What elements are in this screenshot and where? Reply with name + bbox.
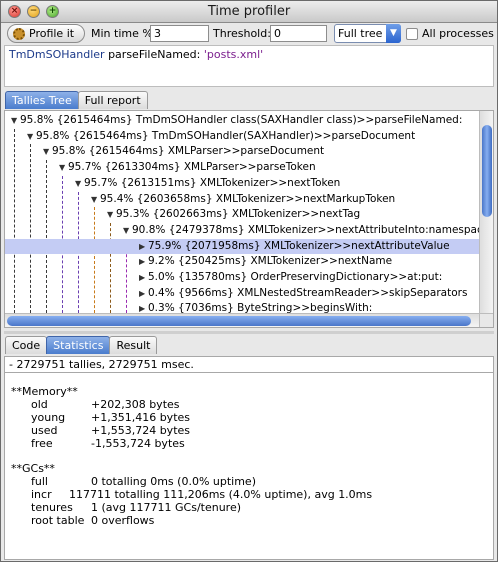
memory-old-label: old	[31, 398, 48, 411]
method-selector: parseFileNamed:	[108, 48, 201, 61]
memory-free-value: -1,553,724 bytes	[91, 437, 185, 450]
gc-root-table-label: root table	[31, 514, 85, 527]
memory-used-value: +1,553,724 bytes	[91, 424, 190, 437]
tallies-tree[interactable]: ▶0.1% {2279ms} XMLTokenizer>>expectNext:…	[4, 110, 494, 328]
gcs-header: **GCs**	[11, 462, 55, 475]
time-profiler-window: × − + Time profiler Profile it Min time …	[0, 0, 498, 562]
memory-used-label: used	[31, 424, 58, 437]
tree-row[interactable]: ▼ 95.4% {2603658ms} XMLTokenizer>>nextMar…	[5, 192, 479, 207]
min-time-label: Min time %	[91, 27, 153, 40]
tree-row-label: 95.4% {2603658ms} XMLTokenizer>>nextMark…	[100, 192, 396, 205]
disclosure-expanded-icon[interactable]: ▼	[27, 129, 36, 144]
profile-it-label: Profile it	[29, 27, 75, 40]
tree-mode-value: Full tree	[338, 27, 383, 40]
tree-row[interactable]: ▶ 9.2% {250425ms} XMLTokenizer>>nextName	[5, 254, 479, 269]
tree-row[interactable]: ▼ 95.8% {2615464ms} TmDmSOHandler class(S…	[5, 113, 479, 128]
toolbar: Profile it Min time % Threshold: Full tr…	[1, 23, 497, 45]
tree-row[interactable]: ▼ 90.8% {2479378ms} XMLTokenizer>>nextAtt…	[5, 223, 493, 238]
tree-row-label: 95.3% {2602663ms} XMLTokenizer>>nextTag	[116, 208, 361, 221]
tab-full-report[interactable]: Full report	[77, 91, 148, 109]
tree-row[interactable]: ▼ 95.3% {2602663ms} XMLTokenizer>>nextTag	[5, 207, 479, 222]
tally-summary: - 2729751 tallies, 2729751 msec.	[4, 356, 494, 373]
memory-free-label: free	[31, 437, 53, 450]
gc-incr-label: incr	[31, 488, 52, 501]
disclosure-expanded-icon[interactable]: ▼	[107, 207, 116, 222]
min-time-input[interactable]	[150, 25, 209, 42]
disclosure-expanded-icon[interactable]: ▼	[43, 144, 52, 159]
disclosure-collapsed-icon[interactable]: ▶	[139, 239, 148, 254]
horizontal-scrollbar[interactable]	[5, 313, 479, 327]
gc-root-table-value: 0 overflows	[91, 514, 155, 527]
scroll-corner	[479, 313, 493, 327]
memory-old-value: +202,308 bytes	[91, 398, 180, 411]
threshold-input[interactable]	[270, 25, 327, 42]
pane-splitter[interactable]	[4, 331, 494, 334]
method-source-pane[interactable]: TmDmSOHandler parseFileNamed: 'posts.xml…	[4, 45, 494, 87]
tree-row-label: 0.4% {9566ms} XMLNestedStreamReader>>ski…	[148, 286, 468, 299]
tree-row-label: 75.9% {2071958ms} XMLTokenizer>>nextAttr…	[148, 239, 450, 252]
window-title: Time profiler	[207, 4, 291, 19]
tree-row[interactable]: ▶ 0.4% {9566ms} XMLNestedStreamReader>>sk…	[5, 286, 479, 301]
tree-row[interactable]: ▼ 95.8% {2615464ms} XMLParser>>parseDocum…	[5, 144, 479, 159]
tree-row-label: 95.7% {2613151ms} XMLTokenizer>>nextToke…	[84, 176, 341, 189]
all-processes-label: All processes	[422, 27, 494, 40]
tree-row[interactable]: ▶ 5.0% {135780ms} OrderPreservingDictiona…	[5, 270, 479, 285]
method-argument: 'posts.xml'	[203, 48, 264, 61]
disclosure-expanded-icon[interactable]: ▼	[91, 192, 100, 207]
tree-row-label: 90.8% {2479378ms} XMLTokenizer>>nextAttr…	[132, 223, 494, 236]
disclosure-expanded-icon[interactable]: ▼	[59, 160, 68, 175]
lower-tabs: Code Statistics Result	[5, 336, 158, 354]
gc-tenures-label: tenures	[31, 501, 73, 514]
dropdown-arrow-icon[interactable]: ▼	[386, 24, 401, 43]
disclosure-collapsed-icon[interactable]: ▶	[139, 270, 148, 285]
tab-result[interactable]: Result	[109, 336, 158, 354]
horizontal-scroll-thumb[interactable]	[7, 316, 471, 326]
tree-row-label: 9.2% {250425ms} XMLTokenizer>>nextName	[148, 255, 393, 268]
gc-full-label: full	[31, 475, 48, 488]
tree-row-label: 95.7% {2613304ms} XMLParser>>parseToken	[68, 161, 316, 174]
disclosure-collapsed-icon[interactable]: ▶	[139, 254, 148, 269]
disclosure-collapsed-icon[interactable]: ▶	[139, 286, 148, 301]
gc-incr-value: 117711 totalling 111,206ms (4.0% uptime)…	[69, 488, 373, 501]
tree-row[interactable]: ▼ 95.7% {2613151ms} XMLTokenizer>>nextTok…	[5, 176, 479, 191]
tree-row-label: 95.8% {2615464ms} XMLParser>>parseDocume…	[52, 145, 325, 158]
gc-full-value: 0 totalling 0ms (0.0% uptime)	[91, 475, 256, 488]
profile-it-button[interactable]: Profile it	[7, 24, 85, 43]
tree-row[interactable]: ▶ 75.9% {2071958ms} XMLTokenizer>>nextAtt…	[5, 238, 479, 254]
tab-code[interactable]: Code	[5, 336, 48, 354]
tab-tallies-tree[interactable]: Tallies Tree	[5, 91, 79, 109]
memory-young-value: +1,351,416 bytes	[91, 411, 190, 424]
upper-tabs: Tallies Tree Full report	[5, 91, 148, 109]
disclosure-expanded-icon[interactable]: ▼	[123, 223, 132, 238]
threshold-label: Threshold:	[213, 27, 271, 40]
vertical-scrollbar[interactable]	[479, 111, 493, 313]
disclosure-expanded-icon[interactable]: ▼	[75, 176, 84, 191]
memory-young-label: young	[31, 411, 66, 424]
tree-row-label: 5.0% {135780ms} OrderPreservingDictionar…	[148, 271, 443, 283]
gear-icon	[13, 27, 25, 40]
tree-row-label: 95.8% {2615464ms} TmDmSOHandler class(SA…	[20, 114, 463, 126]
memory-header: **Memory**	[11, 385, 78, 398]
tree-mode-select[interactable]: Full tree ▼	[334, 24, 401, 43]
gc-tenures-value: 1 (avg 117711 GCs/tenure)	[91, 501, 242, 514]
vertical-scroll-thumb[interactable]	[482, 125, 492, 217]
tree-row[interactable]: ▼ 95.7% {2613304ms} XMLParser>>parseToken	[5, 160, 479, 175]
all-processes-checkbox[interactable]	[406, 28, 418, 40]
tree-row-label: 95.8% {2615464ms} TmDmSOHandler(SAXHandl…	[36, 129, 416, 142]
title-bar[interactable]: × − + Time profiler	[1, 1, 497, 23]
disclosure-expanded-icon[interactable]: ▼	[11, 113, 20, 128]
method-class: TmDmSOHandler	[9, 48, 105, 61]
tree-row[interactable]: ▼ 95.8% {2615464ms} TmDmSOHandler(SAXHand…	[5, 129, 479, 144]
tab-statistics[interactable]: Statistics	[46, 336, 111, 354]
statistics-pane[interactable]: **Memory** old +202,308 bytes young +1,3…	[4, 373, 494, 560]
